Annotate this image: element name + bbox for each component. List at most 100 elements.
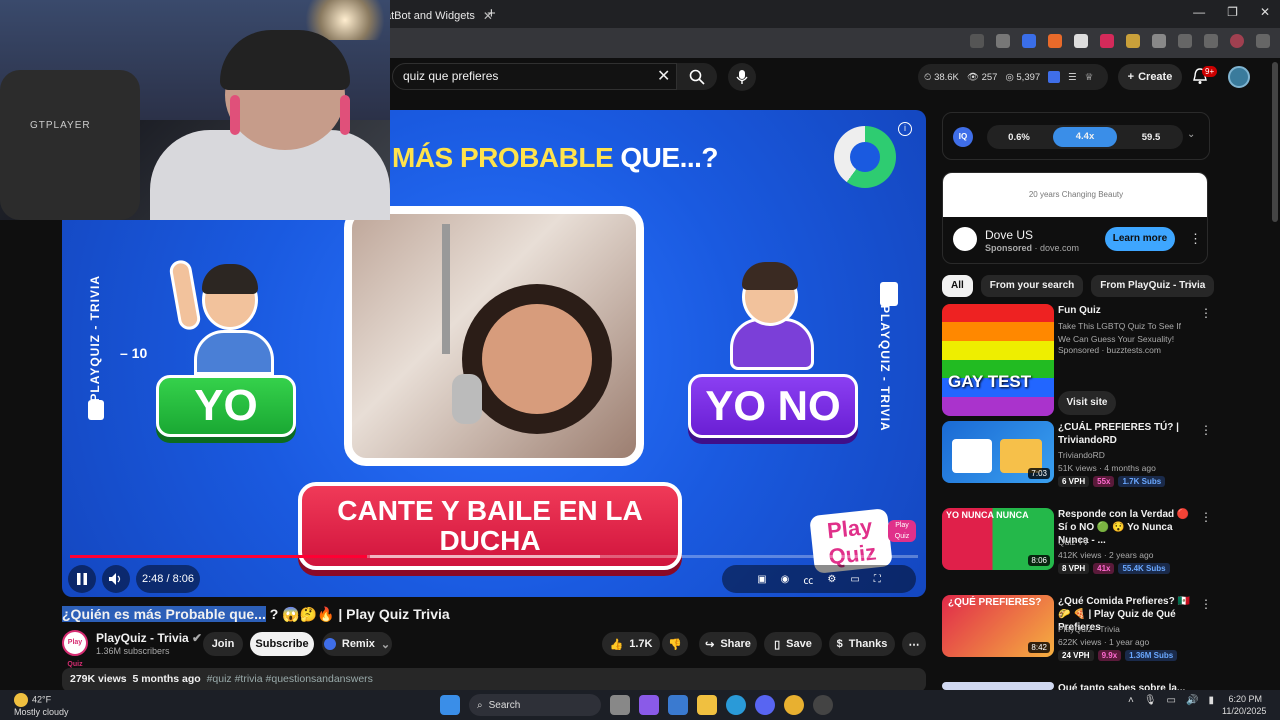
rec-title[interactable]: Qué tanto sabes sobre la... [1058, 682, 1190, 690]
discord-icon[interactable] [755, 695, 775, 715]
rec-thumbnail[interactable]: 7:03 [942, 421, 1054, 483]
video-progress-bar[interactable] [70, 555, 918, 558]
puzzle-icon[interactable] [1152, 34, 1166, 48]
join-button[interactable]: Join [203, 632, 243, 656]
list-icon[interactable]: ☰ [1068, 72, 1077, 83]
info-icon[interactable]: i [898, 122, 912, 136]
chrome-icon[interactable] [784, 695, 804, 715]
microphone-icon[interactable]: 🎙 [1144, 695, 1157, 706]
rec-video[interactable]: ¿QUÉ PREFIERES? 8:42 ¿Qué Comida Prefier… [942, 595, 1212, 661]
visit-site-button[interactable]: Visit site [1058, 391, 1116, 415]
ad-banner[interactable]: 20 years Changing Beauty [943, 173, 1207, 217]
tab-search-icon[interactable] [1204, 34, 1218, 48]
chip-all[interactable]: All [942, 275, 973, 297]
chevron-right-icon[interactable]: › [1188, 278, 1192, 292]
iq-metric-score[interactable]: 59.5 [1119, 132, 1183, 143]
page-scrollbar[interactable] [1272, 62, 1278, 222]
search-button[interactable] [677, 63, 717, 90]
rec-video[interactable]: 7:03 ¿CUÁL PREFIERES TÚ? | TriviandoRD T… [942, 421, 1212, 487]
autoplay-toggle[interactable]: ◉ [781, 574, 790, 585]
rec-thumbnail[interactable]: YO NUNCA NUNCA 8:06 [942, 508, 1054, 570]
subscribe-button[interactable]: Subscribe [250, 632, 314, 656]
thanks-button[interactable]: $ Thanks [829, 632, 895, 656]
share-button[interactable]: ↪ Share [699, 632, 757, 656]
more-actions-button[interactable]: ⋯ [902, 632, 926, 656]
install-icon[interactable] [970, 34, 984, 48]
edge-icon[interactable] [726, 695, 746, 715]
rec-menu-icon[interactable]: ⋮ [1200, 510, 1212, 524]
rec-video[interactable]: YO NUNCA NUNCA 8:06 Responde con la Verd… [942, 508, 1212, 574]
new-tab-button[interactable]: + [487, 5, 496, 22]
chevron-down-icon[interactable]: ⌄ [1187, 129, 1195, 140]
rec-channel[interactable]: Quiz TV [1058, 536, 1089, 549]
extension-icon[interactable] [1074, 34, 1088, 48]
channel-avatar[interactable]: Play Quiz [62, 630, 88, 668]
account-avatar[interactable] [1228, 66, 1250, 88]
volume-icon[interactable]: 🔊 [1186, 695, 1198, 706]
rec-menu-icon[interactable]: ⋮ [1200, 306, 1212, 320]
taskbar-search[interactable]: ⌕ Search [469, 694, 601, 716]
bookmark-star-icon[interactable] [996, 34, 1010, 48]
ad-menu-icon[interactable]: ⋮ [1189, 231, 1202, 247]
extension-icon[interactable] [1048, 34, 1062, 48]
copilot-icon[interactable] [639, 695, 659, 715]
restore-button[interactable]: ❐ [1227, 5, 1238, 19]
extension-icon[interactable] [1100, 34, 1114, 48]
clear-search-icon[interactable]: ✕ [657, 66, 670, 86]
chip-from-channel[interactable]: From PlayQuiz - Trivia [1091, 275, 1215, 297]
description-box[interactable]: 279K views 5 months ago #quiz #trivia #q… [62, 668, 926, 692]
fullscreen-icon[interactable]: ⛶ [874, 574, 881, 585]
captions-icon[interactable]: ㏄ [803, 572, 813, 587]
sponsored-rec[interactable]: GAY TEST Fun Quiz Take This LGBTQ Quiz T… [942, 304, 1212, 416]
close-window-button[interactable]: ✕ [1260, 5, 1270, 19]
learn-more-button[interactable]: Learn more [1105, 227, 1175, 251]
sponsored-ad-card[interactable]: 20 years Changing Beauty Dove US Sponsor… [942, 172, 1208, 264]
rec-menu-icon[interactable]: ⋮ [1200, 597, 1212, 611]
kebab-menu-icon[interactable] [1256, 34, 1270, 48]
dislike-button[interactable]: 👎 [662, 632, 688, 656]
save-button[interactable]: ▯ Save [764, 632, 822, 656]
outlook-icon[interactable] [668, 695, 688, 715]
battery-icon[interactable]: ▮ [1208, 695, 1214, 706]
rec-channel[interactable]: PlayQuiz - Trivia [1058, 623, 1120, 636]
theater-mode-icon[interactable]: ▭ [850, 574, 859, 585]
chip-from-search[interactable]: From your search [980, 275, 1084, 297]
file-explorer-icon[interactable] [697, 695, 717, 715]
trophy-icon[interactable]: ♕ [1085, 72, 1094, 83]
like-button[interactable]: 👍 1.7K [602, 632, 660, 656]
rec-thumbnail[interactable]: GAY TEST [942, 304, 1054, 416]
iq-metric-engagement[interactable]: 0.6% [987, 132, 1051, 143]
iq-metric-outlier[interactable]: 4.4x [1053, 127, 1117, 147]
extension-icon[interactable] [1022, 34, 1036, 48]
rec-title[interactable]: Fun Quiz [1058, 304, 1190, 317]
pause-button[interactable] [68, 565, 96, 593]
taskbar-clock[interactable]: 6:20 PM 11/20/2025 [1222, 693, 1266, 717]
chevron-up-icon[interactable]: ˄ [1128, 695, 1134, 706]
create-button[interactable]: + Create [1118, 64, 1182, 90]
profile-icon[interactable] [1230, 34, 1244, 48]
rec-menu-icon[interactable]: ⋮ [1200, 423, 1212, 437]
hashtags[interactable]: #quiz #trivia #questionsandanswers [207, 673, 373, 685]
obs-icon[interactable] [813, 695, 833, 715]
extension-icon[interactable] [1126, 34, 1140, 48]
sidepanel-icon[interactable] [1178, 34, 1192, 48]
remix-button[interactable]: Remix ⌄ [322, 632, 392, 656]
task-view-icon[interactable] [610, 695, 630, 715]
browser-tab[interactable]: atBot and Widgets ✕ [385, 4, 495, 28]
volume-button[interactable] [102, 565, 130, 593]
rec-thumbnail[interactable] [942, 682, 1054, 690]
network-icon[interactable]: ▭ [1167, 695, 1176, 706]
search-input[interactable]: quiz que prefieres [392, 63, 677, 90]
rec-title[interactable]: ¿CUÁL PREFIERES TÚ? | TriviandoRD [1058, 421, 1190, 447]
voice-search-button[interactable] [728, 63, 756, 91]
windows-start-icon[interactable] [440, 695, 460, 715]
iq-player-icon[interactable]: ▣ [757, 574, 766, 585]
iq-icon[interactable] [1048, 71, 1061, 83]
channel-name[interactable]: PlayQuiz - Trivia ✔ [96, 631, 202, 645]
minimize-button[interactable]: — [1193, 5, 1205, 19]
weather-widget[interactable]: 42°F Mostly cloudy [14, 693, 69, 718]
settings-gear-icon[interactable]: ⚙ [827, 574, 836, 585]
rec-thumbnail[interactable]: ¿QUÉ PREFIERES? 8:42 [942, 595, 1054, 657]
rec-channel[interactable]: TriviandoRD [1058, 449, 1105, 462]
rec-video[interactable]: Qué tanto sabes sobre la... [942, 682, 1210, 690]
